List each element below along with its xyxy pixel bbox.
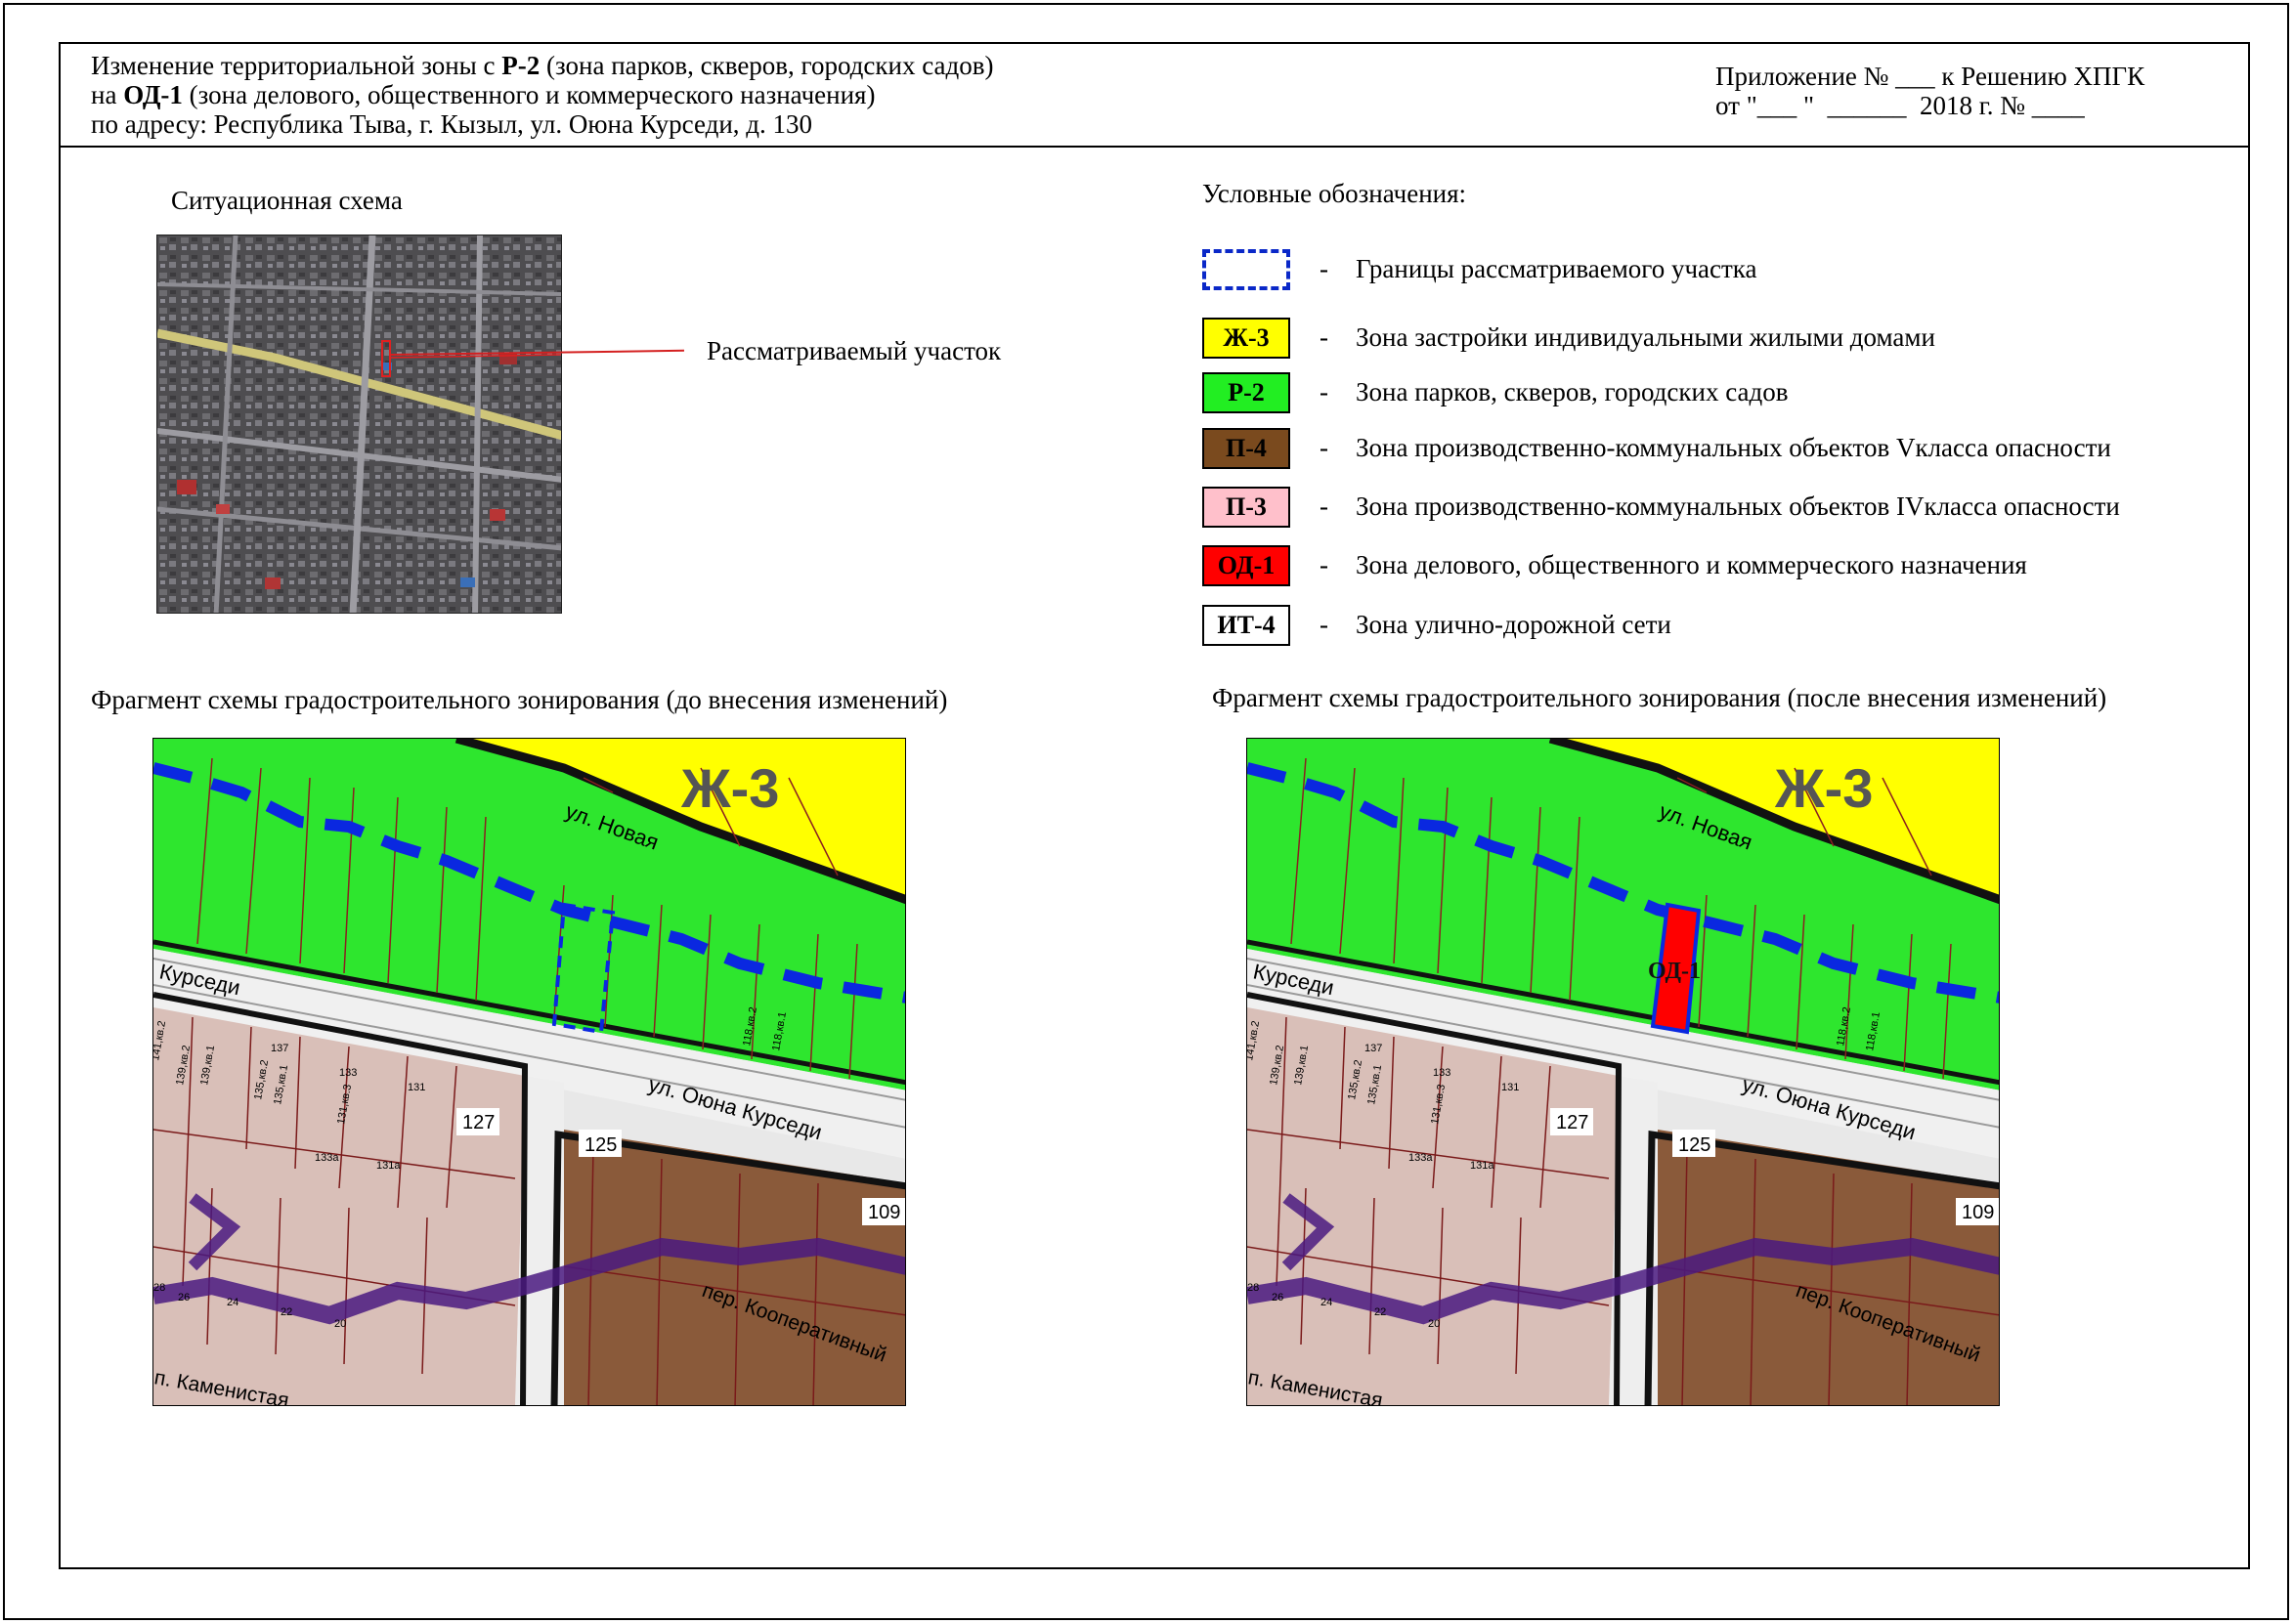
svg-text:20: 20 bbox=[1428, 1318, 1440, 1330]
svg-text:24: 24 bbox=[227, 1297, 238, 1308]
satellite-image bbox=[156, 235, 562, 614]
svg-text:131а: 131а bbox=[376, 1160, 401, 1172]
legend-text: Границы рассматриваемого участка bbox=[1356, 254, 1757, 283]
legend-text: Зона парков, скверов, городских садов bbox=[1356, 377, 1789, 406]
svg-text:20: 20 bbox=[334, 1318, 346, 1330]
od1-parcel-label: ОД-1 bbox=[1648, 959, 1701, 984]
appendix-line-1: Приложение № ___ к Решению ХПГК bbox=[1715, 62, 2145, 91]
svg-text:133а: 133а bbox=[315, 1152, 339, 1164]
legend-swatch: Р-2 bbox=[1202, 372, 1290, 413]
header-divider bbox=[59, 146, 2250, 148]
legend-text: Зона производственно-коммунальных объект… bbox=[1356, 433, 2111, 462]
title-line-1: Изменение территориальной зоны с Р-2 (зо… bbox=[91, 51, 994, 80]
svg-text:133: 133 bbox=[339, 1067, 357, 1079]
legend-text: Зона улично-дорожной сети bbox=[1356, 610, 1671, 639]
lot-label: 125 bbox=[584, 1134, 617, 1156]
lot-label: 109 bbox=[1962, 1202, 1994, 1223]
fragment-before-title: Фрагмент схемы градостроительного зониро… bbox=[91, 685, 948, 714]
callout-label: Рассматриваемый участок bbox=[707, 336, 1002, 365]
legend-text: Зона производственно-коммунальных объект… bbox=[1356, 491, 2120, 521]
svg-text:28: 28 bbox=[1247, 1282, 1259, 1294]
svg-text:137: 137 bbox=[271, 1043, 288, 1054]
legend-text: Зона застройки индивидуальными жилыми до… bbox=[1356, 322, 1935, 352]
lot-label: 127 bbox=[1556, 1112, 1588, 1133]
svg-text:133: 133 bbox=[1433, 1067, 1450, 1079]
legend-title: Условные обозначения: bbox=[1202, 179, 1467, 208]
svg-text:22: 22 bbox=[1374, 1306, 1386, 1318]
legend-text: Зона делового, общественного и коммерчес… bbox=[1356, 550, 2027, 579]
zoning-map-before: Ж-3 ул. Новая Курседи ул. Оюна Курседи п… bbox=[152, 738, 906, 1406]
svg-text:22: 22 bbox=[281, 1306, 292, 1318]
fragment-after-title: Фрагмент схемы градостроительного зониро… bbox=[1212, 683, 2107, 712]
zoning-map-after: ОД-1 Ж-3 ул. Новая Курседи ул. Оюна Курс… bbox=[1246, 738, 2000, 1406]
title-line-3: по адресу: Республика Тыва, г. Кызыл, ул… bbox=[91, 109, 813, 139]
svg-text:137: 137 bbox=[1364, 1043, 1382, 1054]
lot-label: 109 bbox=[868, 1202, 900, 1223]
zone-label-zh3: Ж-3 bbox=[1774, 757, 1873, 819]
svg-text:131: 131 bbox=[1501, 1082, 1519, 1093]
svg-text:133а: 133а bbox=[1408, 1152, 1433, 1164]
document-title: Изменение территориальной зоны с Р-2 (зо… bbox=[91, 51, 994, 139]
legend-swatch: П-3 bbox=[1202, 487, 1290, 528]
legend-swatch: Ж-3 bbox=[1202, 318, 1290, 359]
zone-label-zh3: Ж-3 bbox=[680, 757, 779, 819]
svg-text:28: 28 bbox=[153, 1282, 165, 1294]
legend-swatch: П-4 bbox=[1202, 428, 1290, 469]
situation-title: Ситуационная схема bbox=[171, 186, 403, 215]
appendix-line-2: от "___ " ______ 2018 г. № ____ bbox=[1715, 91, 2085, 120]
legend-swatch: ИТ-4 bbox=[1202, 605, 1290, 646]
lot-label: 125 bbox=[1678, 1134, 1710, 1156]
title-line-2: на ОД-1 (зона делового, общественного и … bbox=[91, 80, 876, 109]
svg-text:26: 26 bbox=[178, 1292, 190, 1303]
svg-text:131а: 131а bbox=[1470, 1160, 1494, 1172]
svg-text:24: 24 bbox=[1320, 1297, 1332, 1308]
svg-text:26: 26 bbox=[1272, 1292, 1283, 1303]
lot-label: 127 bbox=[462, 1112, 495, 1133]
appendix-block: Приложение № ___ к Решению ХПГК от "___ … bbox=[1715, 62, 2144, 120]
legend-swatch: ОД-1 bbox=[1202, 545, 1290, 586]
dashed-boundary-swatch bbox=[1202, 249, 1290, 290]
svg-text:131: 131 bbox=[408, 1082, 425, 1093]
